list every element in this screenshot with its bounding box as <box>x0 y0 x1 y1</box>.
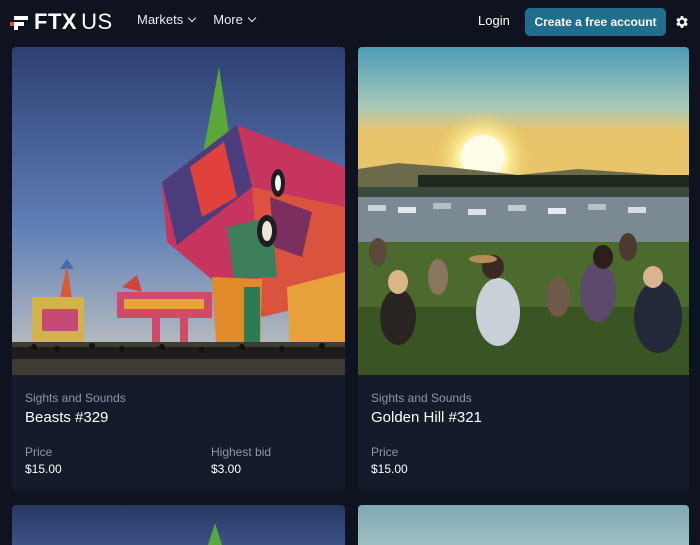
logo-suffix: US <box>81 9 113 34</box>
price-value: $15.00 <box>25 462 62 476</box>
price-value: $15.00 <box>371 462 408 476</box>
login-link[interactable]: Login <box>478 13 510 28</box>
logo-wordmark: FTX US <box>34 10 113 34</box>
nft-image-golden-hill[interactable] <box>358 47 689 375</box>
nav-markets-menu[interactable]: Markets <box>137 12 197 27</box>
nft-image-partial[interactable] <box>12 505 345 545</box>
ftx-logo-icon <box>10 14 28 30</box>
price-label: Price <box>371 445 399 459</box>
nav-more-menu[interactable]: More <box>213 12 257 27</box>
highest-bid-label: Highest bid <box>211 445 272 459</box>
chevron-down-icon <box>247 13 257 23</box>
nft-image-beasts[interactable] <box>12 47 345 375</box>
ftx-logo[interactable]: FTX US <box>10 10 113 34</box>
nft-title[interactable]: Beasts #329 <box>25 409 108 426</box>
gear-icon[interactable] <box>674 14 690 30</box>
nft-card[interactable]: Sights and Sounds Beasts #329 Price $15.… <box>12 47 345 490</box>
main-nav: Markets More <box>137 12 257 27</box>
price-label: Price <box>25 445 53 459</box>
nft-card[interactable]: Sights and Sounds Golden Hill #321 Price… <box>358 47 689 490</box>
nft-card-info: Sights and Sounds Golden Hill #321 Price… <box>358 375 689 490</box>
highest-bid-value: $3.00 <box>211 462 242 476</box>
logo-text: FTX <box>34 9 78 34</box>
nft-card-partial[interactable] <box>12 505 345 545</box>
nft-card-partial[interactable] <box>358 505 689 545</box>
chevron-down-icon <box>187 13 197 23</box>
nav-markets-label: Markets <box>137 12 184 27</box>
nav-more-label: More <box>213 12 243 27</box>
create-account-button[interactable]: Create a free account <box>525 8 666 36</box>
nft-card-info: Sights and Sounds Beasts #329 Price $15.… <box>12 375 345 490</box>
nft-title[interactable]: Golden Hill #321 <box>371 409 482 426</box>
collection-name[interactable]: Sights and Sounds <box>25 391 126 405</box>
nft-image-partial[interactable] <box>358 505 689 545</box>
collection-name[interactable]: Sights and Sounds <box>371 391 472 405</box>
top-nav-bar: FTX US Markets More Login Create a free a… <box>0 0 700 44</box>
